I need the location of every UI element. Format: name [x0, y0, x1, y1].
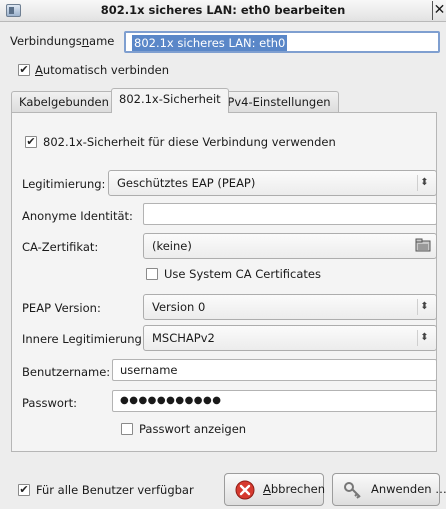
cancel-icon [235, 480, 255, 500]
cancel-label: Abbrechen [263, 482, 326, 496]
show-password-checkbox[interactable] [121, 423, 133, 435]
tab-wired[interactable]: Kabelgebunden [11, 91, 117, 113]
up-down-arrow-icon: ⬍ [417, 175, 431, 191]
system-ca-label: Use System CA Certificates [164, 267, 321, 281]
ca-cert-chooser[interactable]: (keine) [143, 233, 437, 259]
password-label: Passwort: [22, 396, 78, 410]
username-label: Benutzername: [22, 365, 111, 379]
inner-auth-label: Innere Legitimierung: [22, 332, 146, 346]
window-title: 802.1x sicheres LAN: eth0 bearbeiten [100, 3, 346, 17]
close-icon[interactable]: ✕ [432, 1, 446, 20]
ca-cert-value: (keine) [152, 239, 192, 253]
peap-version-combo[interactable]: Version 0 ⬍ [143, 294, 437, 320]
inner-auth-value: MSCHAPv2 [152, 331, 215, 345]
anon-identity-input[interactable] [143, 203, 437, 225]
auth-combo[interactable]: Geschütztes EAP (PEAP) ⬍ [108, 170, 437, 196]
up-down-arrow-icon: ⬍ [417, 330, 431, 346]
cancel-button[interactable]: Abbrechen [224, 473, 326, 506]
use-8021x-label: 802.1x-Sicherheit für diese Verbindung v… [43, 135, 336, 149]
auto-connect-checkbox[interactable]: ✔ [18, 64, 30, 76]
password-input[interactable]: ●●●●●●●●●●● [112, 390, 437, 412]
peap-version-label: PEAP Version: [22, 301, 101, 315]
keys-icon [344, 482, 361, 499]
auth-label: Legitimierung: [22, 177, 106, 191]
show-password-label: Passwort anzeigen [139, 422, 247, 436]
ca-cert-label: CA-Zertifikat: [22, 240, 99, 254]
system-ca-checkbox[interactable] [146, 268, 158, 280]
all-users-label: Für alle Benutzer verfügbar [36, 483, 194, 497]
all-users-checkbox[interactable]: ✔ [18, 484, 30, 496]
open-file-icon [415, 238, 431, 252]
auth-value: Geschütztes EAP (PEAP) [117, 176, 256, 190]
tab-8021x-security[interactable]: 802.1x-Sicherheit [111, 88, 229, 113]
use-8021x-checkbox[interactable]: ✔ [25, 136, 37, 148]
connection-name-input[interactable]: 802.1x sicheres LAN: eth0 [124, 31, 440, 53]
title-bar: 802.1x sicheres LAN: eth0 bearbeiten ✕ [0, 0, 446, 22]
auto-connect-label: Automatisch verbinden [35, 63, 169, 77]
inner-auth-combo[interactable]: MSCHAPv2 ⬍ [143, 325, 437, 351]
peap-version-value: Version 0 [152, 300, 206, 314]
username-input[interactable]: username [112, 359, 437, 381]
apply-label: Anwenden … [371, 482, 446, 496]
tab-ipv4-settings[interactable]: IPv4-Einstellungen [216, 91, 339, 113]
connection-name-label: Verbindungsname [10, 34, 115, 48]
anon-identity-label: Anonyme Identität: [22, 209, 133, 223]
up-down-arrow-icon: ⬍ [417, 299, 431, 315]
apply-button[interactable]: Anwenden … [332, 473, 446, 506]
